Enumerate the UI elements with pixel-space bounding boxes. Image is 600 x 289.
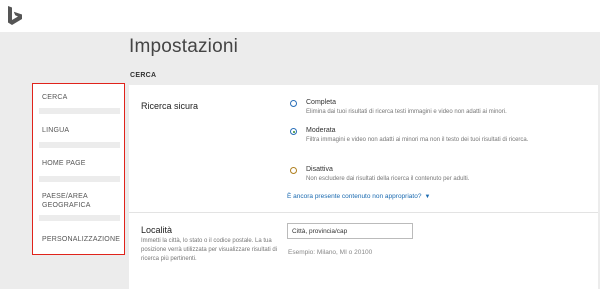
location-desc: Immetti la città, lo stato o il codice p… — [141, 238, 278, 262]
sidebar-divider — [39, 215, 120, 221]
sidebar-item-personalizzazione[interactable]: PERSONALIZZAZIONE — [42, 235, 120, 244]
option-moderata-label[interactable]: Moderata — [306, 127, 336, 134]
chevron-down-icon: ▼ — [424, 194, 431, 200]
section-label: CERCA — [130, 72, 157, 79]
location-example: Esempio: Milano, MI o 20100 — [288, 249, 373, 256]
sidebar-divider — [39, 108, 120, 114]
radio-moderata[interactable] — [290, 128, 297, 135]
sidebar-item-lingua[interactable]: LINGUA — [42, 126, 69, 135]
radio-completa[interactable] — [290, 100, 297, 107]
top-bar — [0, 0, 600, 32]
option-disattiva-label[interactable]: Disattiva — [306, 166, 333, 173]
sidebar-item-paese-area[interactable]: PAESE/AREA GEOGRAFICA — [42, 192, 91, 210]
settings-panel: Ricerca sicura Completa Elimina dai tuoi… — [129, 85, 598, 289]
page-title: Impostazioni — [129, 36, 239, 57]
sidebar-item-label: GEOGRAFICA — [42, 202, 91, 209]
sidebar-item-cerca[interactable]: CERCA — [42, 93, 68, 102]
radio-disattiva[interactable] — [290, 167, 297, 174]
settings-sidebar: CERCA LINGUA HOME PAGE PAESE/AREA GEOGRA… — [32, 83, 125, 255]
sidebar-item-label: PAESE/AREA — [42, 193, 88, 200]
bing-logo-icon[interactable] — [6, 5, 24, 27]
option-disattiva-desc: Non escludere dai risultati della ricerc… — [306, 176, 470, 182]
section-divider — [129, 212, 598, 213]
option-completa-desc: Elimina dai tuoi risultati di ricerca te… — [306, 109, 507, 115]
report-content-link[interactable]: È ancora presente contenuto non appropri… — [287, 193, 430, 200]
safe-search-title: Ricerca sicura — [141, 101, 199, 111]
report-content-link-label: È ancora presente contenuto non appropri… — [287, 193, 422, 200]
location-title: Località — [141, 225, 173, 235]
option-completa-label[interactable]: Completa — [306, 99, 336, 106]
option-moderata-desc: Filtra immagini e video non adatti ai mi… — [306, 137, 529, 143]
sidebar-divider — [39, 142, 120, 148]
sidebar-item-home-page[interactable]: HOME PAGE — [42, 159, 86, 168]
sidebar-divider — [39, 176, 120, 182]
location-input[interactable] — [287, 223, 413, 239]
